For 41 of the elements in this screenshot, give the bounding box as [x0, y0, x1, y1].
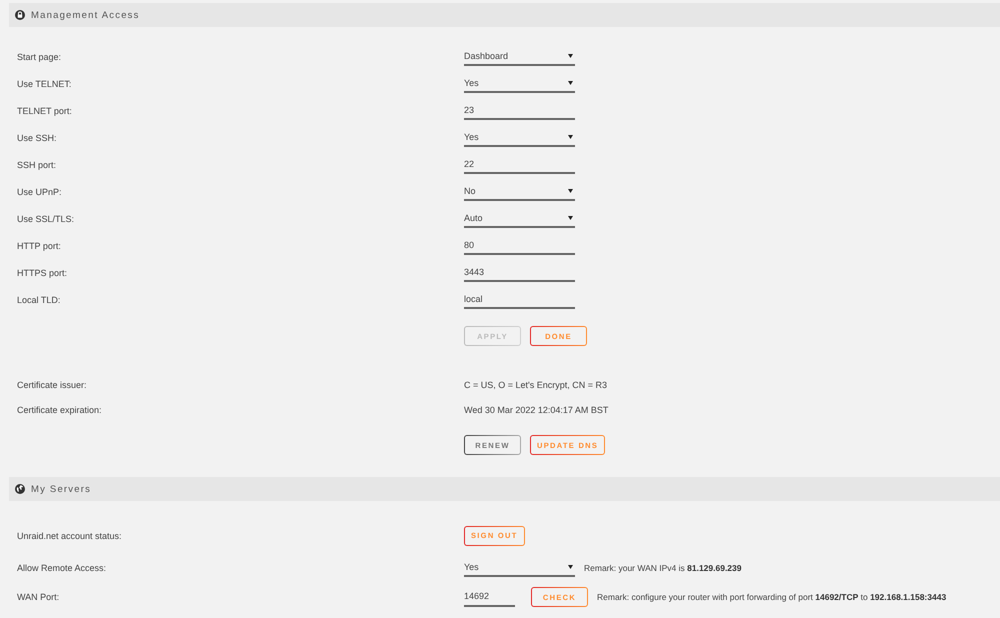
text-field[interactable]: 80 — [464, 236, 575, 255]
caret-icon — [568, 80, 573, 84]
section-title: Management Access — [31, 10, 140, 20]
field-label: Use TELNET: — [17, 78, 72, 88]
value-text: C = US, O = Let's Encrypt, CN = R3 — [464, 380, 608, 390]
caret-icon — [568, 54, 573, 58]
select-field[interactable]: No — [464, 182, 575, 201]
select-field[interactable]: Yes — [464, 74, 575, 93]
field-label: Use SSL/TLS: — [17, 214, 76, 224]
value-text: Wed 30 Mar 2022 12:04:17 AM BST — [464, 404, 608, 414]
padlock-icon — [15, 10, 25, 20]
field-label: Certificate issuer: — [17, 380, 88, 390]
text-field[interactable]: local — [464, 290, 575, 309]
caret-icon — [568, 564, 573, 568]
select-field[interactable]: Auto — [464, 209, 575, 228]
text-field[interactable]: 23 — [464, 101, 575, 120]
field-label: HTTPS port: — [17, 268, 68, 278]
caret-icon — [568, 134, 573, 138]
remark-text: Remark: configure your router with port forwarding of port 14692/TCP to 192.168.1.158:3443 — [597, 592, 946, 602]
select-field[interactable]: Yes — [464, 558, 575, 577]
text-field[interactable]: 3443 — [464, 263, 575, 282]
select-field[interactable]: Yes — [464, 128, 575, 147]
field-label: Local TLD: — [17, 294, 62, 304]
field-label: TELNET port: — [17, 106, 73, 116]
field-label: SSH port: — [17, 160, 58, 170]
select-field[interactable]: Dashboard — [464, 47, 575, 66]
field-label: HTTP port: — [17, 240, 62, 250]
field-label: Use SSH: — [17, 132, 58, 142]
field-label: Allow Remote Access: — [17, 562, 108, 572]
text-field[interactable]: 14692 — [464, 588, 515, 606]
field-label: Unraid.net account status: — [17, 530, 123, 540]
remark-text: Remark: your WAN IPv4 is 81.129.69.239 — [584, 562, 742, 572]
caret-icon — [568, 216, 573, 220]
field-label: Start page: — [17, 52, 62, 62]
globe-icon — [15, 484, 25, 494]
field-label: Certificate expiration: — [17, 404, 103, 414]
caret-icon — [568, 188, 573, 192]
section-title: My Servers — [31, 484, 92, 494]
field-label: Use UPnP: — [17, 186, 63, 196]
field-label: WAN Port: — [17, 592, 60, 602]
text-field[interactable]: 22 — [464, 155, 575, 174]
